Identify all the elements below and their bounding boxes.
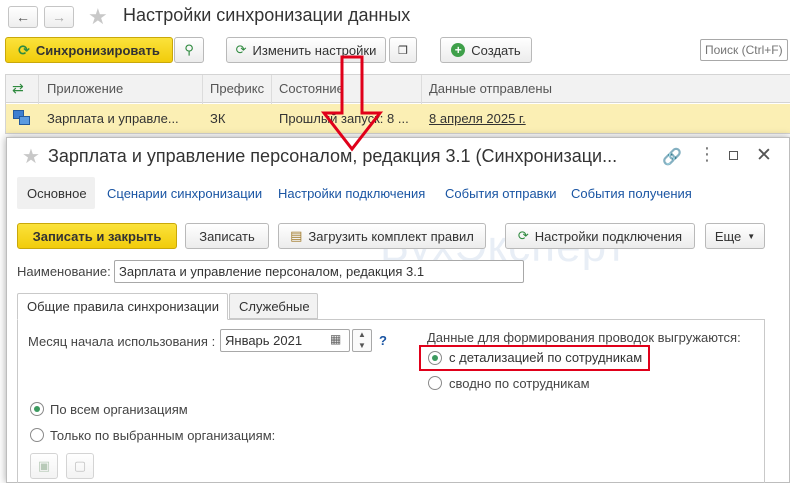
radio-detail-label[interactable]: с детализацией по сотрудникам — [449, 350, 642, 365]
postings-label: Данные для формирования проводок выгружа… — [427, 330, 741, 345]
package-icon: ▤ — [290, 228, 303, 243]
clear-all-button[interactable]: ▢ — [66, 453, 94, 479]
connection-settings-button[interactable]: ⟳ Настройки подключения — [505, 223, 695, 249]
create-button[interactable]: + Создать — [440, 37, 532, 63]
window-title: Настройки синхронизации данных — [123, 5, 411, 25]
inner-tab-service[interactable]: Служебные — [239, 299, 310, 314]
copy-icon: ❐ — [398, 44, 408, 57]
close-icon[interactable]: ✕ — [756, 144, 772, 167]
sync-button[interactable]: ⟳ Синхронизировать — [5, 37, 173, 63]
radio-selected-orgs[interactable] — [30, 428, 44, 442]
refresh-settings-icon: ⟳ — [235, 42, 247, 57]
radio-selected-orgs-label[interactable]: Только по выбранным организациям: — [50, 428, 275, 443]
radio-summary-label[interactable]: сводно по сотрудникам — [449, 376, 590, 391]
help-icon[interactable]: ? — [379, 333, 387, 348]
row-sent-link[interactable]: 8 апреля 2025 г. — [429, 106, 526, 132]
tab-send-events[interactable]: События отправки — [445, 186, 557, 201]
load-rules-button[interactable]: ▤ Загрузить комплект правил — [278, 223, 486, 249]
favorite-star-icon[interactable]: ★ — [88, 4, 108, 30]
tab-main[interactable]: Основное — [27, 186, 87, 201]
red-arrow-annotation — [320, 55, 384, 152]
link-icon[interactable]: 🔗 — [662, 147, 682, 167]
search-input[interactable] — [700, 39, 788, 61]
sync-search-button[interactable]: ⚲ — [174, 37, 204, 63]
tab-receive-events[interactable]: События получения — [571, 186, 692, 201]
inner-tab-general[interactable]: Общие правила синхронизации — [27, 299, 219, 314]
tab-connection-settings[interactable]: Настройки подключения — [278, 186, 425, 201]
select-all-button[interactable]: ▣ — [30, 453, 58, 479]
sync-search-icon: ⚲ — [184, 42, 194, 57]
check-list-icon: ▣ — [37, 458, 51, 473]
column-header-prefix[interactable]: Префикс — [210, 76, 264, 102]
copy-button[interactable]: ❐ — [389, 37, 417, 63]
radio-all-orgs-label[interactable]: По всем организациям — [50, 402, 188, 417]
save-and-close-button[interactable]: Записать и закрыть — [17, 223, 177, 249]
tab-sync-scenarios[interactable]: Сценарии синхронизации — [107, 186, 262, 201]
column-header-app[interactable]: Приложение — [47, 76, 123, 102]
calendar-icon[interactable]: ▦ — [330, 332, 341, 346]
uncheck-list-icon: ▢ — [73, 458, 87, 473]
plus-circle-icon: + — [451, 43, 466, 57]
chevron-down-icon: ▼ — [747, 231, 756, 241]
connection-refresh-icon: ⟳ — [517, 228, 529, 243]
radio-detail[interactable] — [428, 351, 442, 365]
forward-button[interactable]: → — [44, 6, 74, 28]
more-button[interactable]: Еще ▼ — [705, 223, 765, 249]
arrow-left-icon: ← — [16, 9, 30, 25]
row-app: Зарплата и управле... — [47, 111, 179, 126]
arrow-right-icon: → — [52, 9, 66, 25]
month-label: Месяц начала использования : — [28, 334, 216, 349]
table-header — [6, 75, 790, 103]
radio-all-orgs[interactable] — [30, 402, 44, 416]
radio-summary[interactable] — [428, 376, 442, 390]
stepper-up-icon[interactable]: ▲ — [358, 330, 366, 339]
dialog-favorite-star-icon[interactable]: ★ — [22, 144, 40, 169]
more-vertical-icon[interactable]: ⋮ — [698, 144, 716, 165]
name-input[interactable] — [114, 260, 524, 283]
maximize-icon[interactable] — [729, 151, 738, 160]
month-stepper[interactable]: ▲ ▼ — [352, 329, 372, 352]
back-button[interactable]: ← — [8, 6, 38, 28]
sync-icon: ⟳ — [18, 41, 30, 58]
row-prefix: ЗК — [210, 111, 226, 126]
stepper-down-icon[interactable]: ▼ — [358, 341, 366, 350]
column-header-sent[interactable]: Данные отправлены — [429, 76, 552, 102]
save-button[interactable]: Записать — [185, 223, 269, 249]
name-label: Наименование: — [17, 264, 111, 279]
exchange-icon: ⇄ — [12, 80, 24, 96]
app-node-icon — [13, 110, 31, 126]
